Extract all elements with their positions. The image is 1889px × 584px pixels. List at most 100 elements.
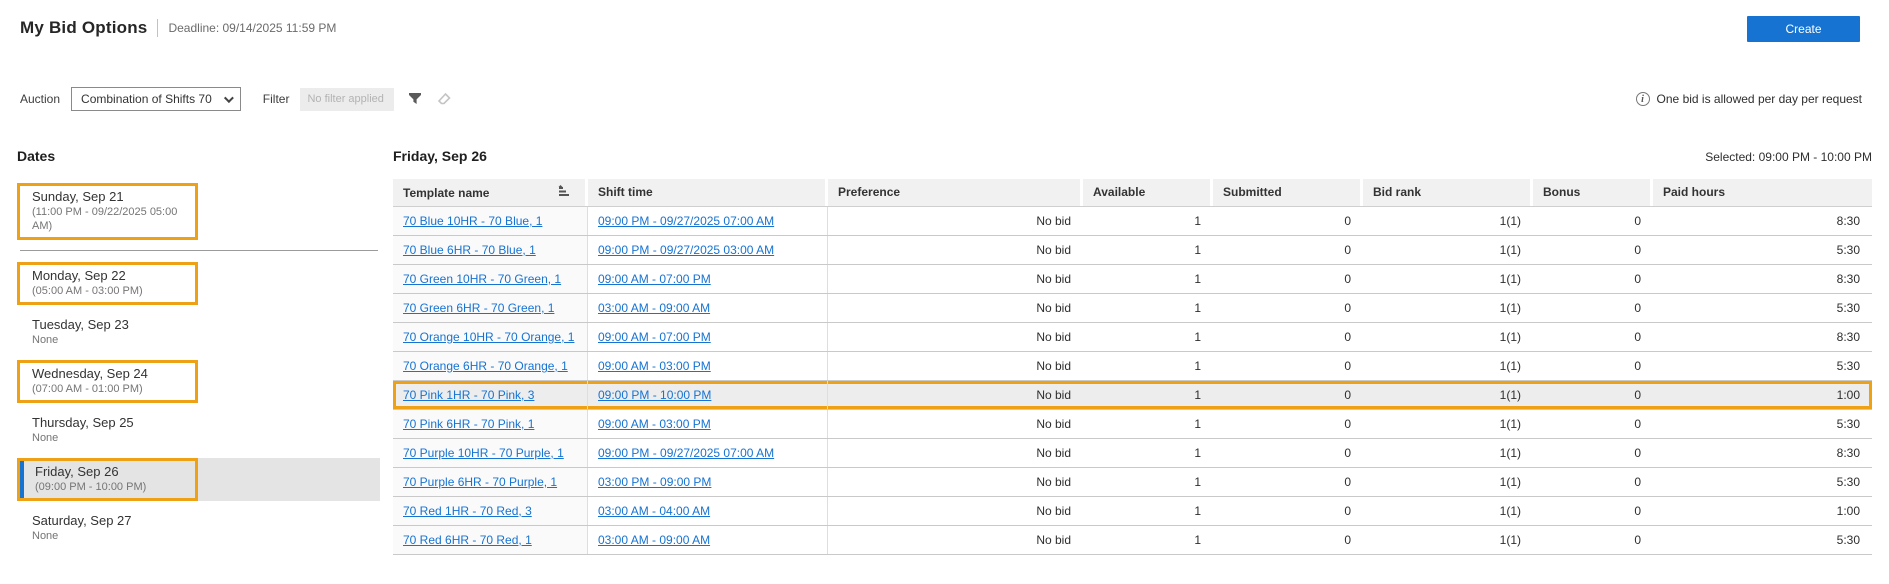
template-name-link[interactable]: 70 Orange 6HR - 70 Orange, 1	[403, 359, 568, 373]
chevron-down-icon	[223, 92, 234, 103]
preference-value: No bid	[1036, 446, 1071, 460]
date-shift-range: None	[32, 334, 59, 346]
template-name-link[interactable]: 70 Pink 6HR - 70 Pink, 1	[403, 417, 534, 431]
date-shift-range: None	[32, 530, 59, 542]
table-row: 70 Orange 10HR - 70 Orange, 1 09:00 AM -…	[393, 323, 1872, 352]
column-header-template-name: Template name	[393, 179, 588, 206]
date-list-item[interactable]: Tuesday, Sep 23 None	[17, 315, 380, 350]
column-header-bonus: Bonus	[1533, 179, 1653, 206]
table-row: 70 Purple 6HR - 70 Purple, 1 03:00 PM - …	[393, 468, 1872, 497]
column-header-bid-rank: Bid rank	[1363, 179, 1533, 206]
available-value: 1	[1194, 446, 1201, 460]
info-note: i One bid is allowed per day per request	[1635, 92, 1862, 106]
bid-rank-value: 1(1)	[1499, 417, 1521, 431]
available-value: 1	[1194, 214, 1201, 228]
column-header-available: Available	[1083, 179, 1213, 206]
bid-rank-value: 1(1)	[1499, 214, 1521, 228]
table-header: Template name Shift time Preference Avai…	[393, 179, 1872, 207]
shift-time-link[interactable]: 09:00 PM - 09/27/2025 07:00 AM	[598, 446, 774, 460]
filter-label: Filter	[262, 92, 290, 106]
shift-time-link[interactable]: 09:00 PM - 10:00 PM	[598, 388, 711, 402]
table-row: 70 Pink 1HR - 70 Pink, 3 09:00 PM - 10:0…	[393, 381, 1872, 410]
table-row: 70 Blue 10HR - 70 Blue, 1 09:00 PM - 09/…	[393, 207, 1872, 236]
dates-heading: Dates	[17, 148, 56, 164]
shift-time-link[interactable]: 09:00 PM - 09/27/2025 07:00 AM	[598, 214, 774, 228]
day-heading: Friday, Sep 26	[393, 148, 487, 164]
template-name-link[interactable]: 70 Purple 6HR - 70 Purple, 1	[403, 475, 557, 489]
deadline-text: Deadline: 09/14/2025 11:59 PM	[168, 21, 337, 35]
available-value: 1	[1194, 475, 1201, 489]
template-name-link[interactable]: 70 Blue 10HR - 70 Blue, 1	[403, 214, 542, 228]
funnel-filter-icon[interactable]	[407, 91, 423, 107]
table-row: 70 Red 1HR - 70 Red, 3 03:00 AM - 04:00 …	[393, 497, 1872, 526]
bonus-value: 0	[1634, 301, 1641, 315]
submitted-value: 0	[1344, 533, 1351, 547]
date-shift-range: (09:00 PM - 10:00 PM)	[35, 481, 147, 493]
shift-time-link[interactable]: 03:00 AM - 09:00 AM	[598, 301, 710, 315]
submitted-value: 0	[1344, 446, 1351, 460]
shift-time-link[interactable]: 09:00 AM - 07:00 PM	[598, 272, 711, 286]
table-row: 70 Green 6HR - 70 Green, 1 03:00 AM - 09…	[393, 294, 1872, 323]
shift-time-link[interactable]: 09:00 AM - 07:00 PM	[598, 330, 711, 344]
toolbar: Auction Combination of Shifts 70 Filter …	[20, 86, 1862, 112]
date-list-item[interactable]: Saturday, Sep 27 None	[17, 511, 380, 546]
bid-rank-value: 1(1)	[1499, 446, 1521, 460]
dates-list: Sunday, Sep 21 (11:00 PM - 09/22/2025 05…	[17, 183, 380, 546]
date-title: Wednesday, Sep 24	[32, 366, 148, 381]
date-title: Tuesday, Sep 23	[32, 317, 129, 332]
submitted-value: 0	[1344, 301, 1351, 315]
bonus-value: 0	[1634, 504, 1641, 518]
preference-value: No bid	[1036, 417, 1071, 431]
date-title: Saturday, Sep 27	[32, 513, 132, 528]
paid-hours-value: 8:30	[1836, 330, 1860, 344]
template-name-link[interactable]: 70 Green 10HR - 70 Green, 1	[403, 272, 561, 286]
paid-hours-value: 5:30	[1836, 243, 1860, 257]
filter-input[interactable]	[300, 87, 395, 111]
eraser-clear-filter-icon[interactable]	[436, 91, 452, 107]
bid-rank-value: 1(1)	[1499, 359, 1521, 373]
preference-value: No bid	[1036, 533, 1071, 547]
date-title: Friday, Sep 26	[35, 464, 119, 479]
date-list-item[interactable]: Wednesday, Sep 24 (07:00 AM - 01:00 PM)	[17, 360, 380, 403]
available-value: 1	[1194, 330, 1201, 344]
bonus-value: 0	[1634, 388, 1641, 402]
template-name-link[interactable]: 70 Red 6HR - 70 Red, 1	[403, 533, 532, 547]
column-header-preference: Preference	[828, 179, 1083, 206]
sort-icon[interactable]	[558, 180, 571, 206]
shift-time-link[interactable]: 09:00 AM - 03:00 PM	[598, 359, 711, 373]
date-list-item[interactable]: Sunday, Sep 21 (11:00 PM - 09/22/2025 05…	[17, 183, 380, 240]
bonus-value: 0	[1634, 533, 1641, 547]
template-name-link[interactable]: 70 Purple 10HR - 70 Purple, 1	[403, 446, 564, 460]
template-name-link[interactable]: 70 Blue 6HR - 70 Blue, 1	[403, 243, 536, 257]
date-list-item[interactable]: Friday, Sep 26 (09:00 PM - 10:00 PM)	[17, 458, 380, 501]
available-value: 1	[1194, 417, 1201, 431]
shift-time-link[interactable]: 09:00 AM - 03:00 PM	[598, 417, 711, 431]
template-name-link[interactable]: 70 Green 6HR - 70 Green, 1	[403, 301, 554, 315]
paid-hours-value: 5:30	[1836, 475, 1860, 489]
preference-value: No bid	[1036, 243, 1071, 257]
shift-time-link[interactable]: 09:00 PM - 09/27/2025 03:00 AM	[598, 243, 774, 257]
paid-hours-value: 8:30	[1836, 446, 1860, 460]
table-row: 70 Blue 6HR - 70 Blue, 1 09:00 PM - 09/2…	[393, 236, 1872, 265]
submitted-value: 0	[1344, 417, 1351, 431]
auction-select[interactable]: Combination of Shifts 70	[71, 87, 241, 111]
auction-label: Auction	[20, 92, 61, 106]
header: My Bid Options Deadline: 09/14/2025 11:5…	[20, 18, 336, 38]
shift-time-link[interactable]: 03:00 PM - 09:00 PM	[598, 475, 711, 489]
create-button[interactable]: Create	[1747, 16, 1860, 42]
bid-rank-value: 1(1)	[1499, 330, 1521, 344]
template-name-link[interactable]: 70 Red 1HR - 70 Red, 3	[403, 504, 532, 518]
paid-hours-value: 8:30	[1836, 214, 1860, 228]
available-value: 1	[1194, 533, 1201, 547]
date-list-item[interactable]: Monday, Sep 22 (05:00 AM - 03:00 PM)	[17, 262, 380, 305]
date-list-item[interactable]: Thursday, Sep 25 None	[17, 413, 380, 448]
paid-hours-value: 1:00	[1836, 388, 1860, 402]
template-name-link[interactable]: 70 Orange 10HR - 70 Orange, 1	[403, 330, 574, 344]
bonus-value: 0	[1634, 475, 1641, 489]
shift-time-link[interactable]: 03:00 AM - 04:00 AM	[598, 504, 710, 518]
template-name-link[interactable]: 70 Pink 1HR - 70 Pink, 3	[403, 388, 534, 402]
shift-time-link[interactable]: 03:00 AM - 09:00 AM	[598, 533, 710, 547]
submitted-value: 0	[1344, 359, 1351, 373]
main-panel: Friday, Sep 26 Selected: 09:00 PM - 10:0…	[393, 148, 1872, 555]
available-value: 1	[1194, 301, 1201, 315]
